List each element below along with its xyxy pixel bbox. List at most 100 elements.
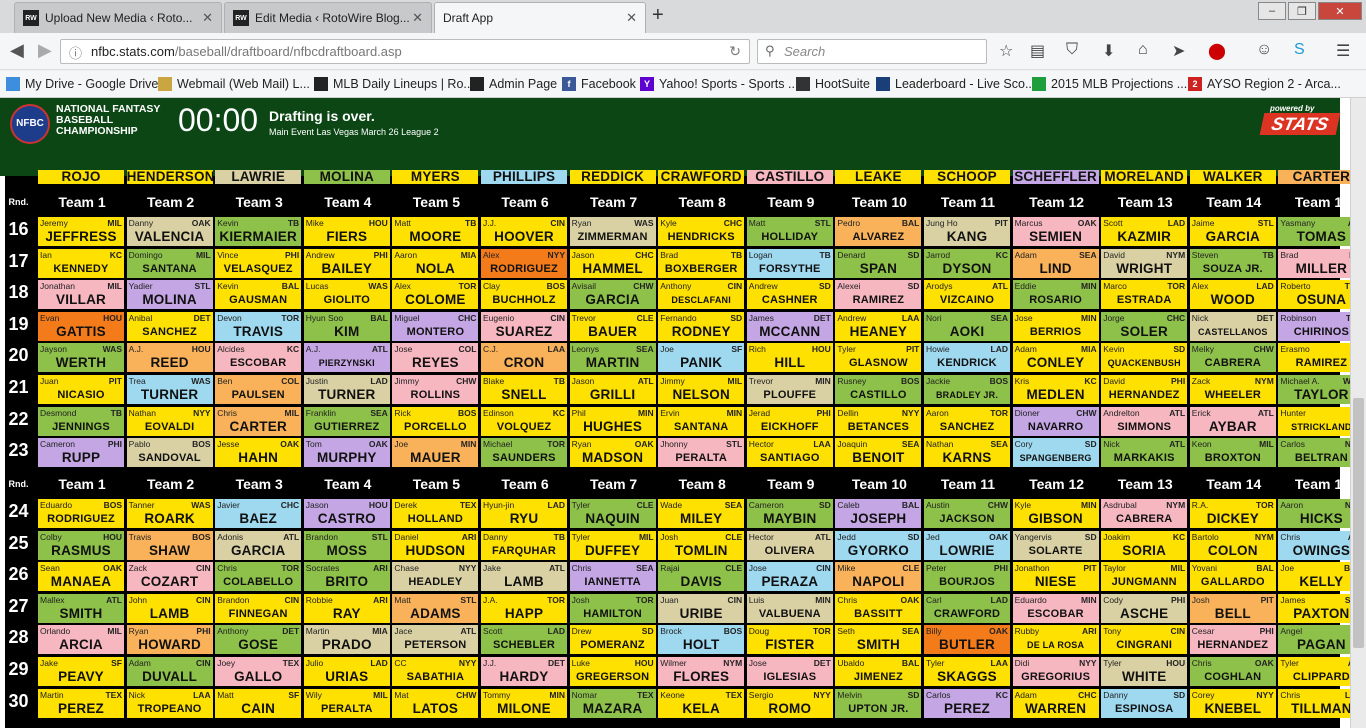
- partial-pick-cell[interactable]: CRAWFORD: [658, 170, 745, 184]
- search-input[interactable]: ⚲ Search: [757, 39, 987, 64]
- pick-cell[interactable]: Tyler PIT GLASNOW: [835, 343, 922, 373]
- pick-cell[interactable]: Hector ATL OLIVERA: [746, 530, 833, 560]
- pick-cell[interactable]: Domingo MIL SANTANA: [126, 248, 213, 278]
- pick-cell[interactable]: Jake ATL LAMB: [481, 562, 567, 592]
- pick-cell[interactable]: Josh TOR HAMILTON: [569, 593, 656, 623]
- download-icon[interactable]: ⬇: [1102, 41, 1115, 61]
- pick-cell[interactable]: Blake TB SNELL: [481, 375, 567, 404]
- pick-cell[interactable]: Keone TEX KELA: [658, 688, 745, 718]
- pick-cell[interactable]: Anthony DET GOSE: [215, 625, 302, 655]
- partial-pick-cell[interactable]: SCHOOP: [924, 170, 1010, 184]
- pick-cell[interactable]: J.A. TOR HAPP: [481, 593, 567, 623]
- pick-cell[interactable]: Evan HOU GATTIS: [38, 311, 124, 341]
- pick-cell[interactable]: A.J. HOU REED: [126, 343, 213, 373]
- pick-cell[interactable]: Alcides KC ESCOBAR: [215, 343, 302, 373]
- pick-cell[interactable]: Nathan SEA KARNS: [924, 438, 1010, 468]
- pocket-icon[interactable]: ⛉: [1066, 41, 1078, 59]
- pick-cell[interactable]: Trevor MIN PLOUFFE: [746, 375, 833, 404]
- pick-cell[interactable]: Asdrubal NYM CABRERA: [1101, 499, 1188, 528]
- pick-cell[interactable]: Eduardo MIN ESCOBAR: [1012, 593, 1099, 623]
- pick-cell[interactable]: Kyle CHC HENDRICKS: [658, 217, 745, 246]
- pick-cell[interactable]: Julio LAD URIAS: [303, 657, 390, 686]
- pick-cell[interactable]: Nathan NYY EOVALDI: [126, 406, 213, 436]
- pick-cell[interactable]: Tony CIN CINGRANI: [1101, 625, 1188, 655]
- partial-pick-cell[interactable]: CARTER: [1278, 170, 1350, 184]
- pick-cell[interactable]: James DET MCCANN: [746, 311, 833, 341]
- pick-cell[interactable]: Ubaldo BAL JIMENEZ: [835, 657, 922, 686]
- pick-cell[interactable]: Rick BOS PORCELLO: [392, 406, 479, 436]
- pick-cell[interactable]: Cameron PHI RUPP: [38, 438, 124, 468]
- pick-cell[interactable]: John CIN LAMB: [126, 593, 213, 623]
- pick-cell[interactable]: Sean OAK MANAEA: [38, 562, 124, 592]
- pick-cell[interactable]: Edinson KC VOLQUEZ: [481, 406, 567, 436]
- partial-pick-cell[interactable]: ROJO: [38, 170, 124, 184]
- pick-cell[interactable]: ErasmoTBRAMIREZ: [1278, 343, 1350, 373]
- pick-cell[interactable]: Corey NYY KNEBEL: [1189, 688, 1276, 718]
- pick-cell[interactable]: TylerARICLIPPARD: [1278, 657, 1350, 686]
- bookmark-item[interactable]: HootSuite: [796, 77, 870, 91]
- pick-cell[interactable]: Alex LAD WOOD: [1189, 280, 1276, 310]
- pick-cell[interactable]: Carl LAD CRAWFORD: [924, 593, 1010, 623]
- pick-cell[interactable]: Colby HOU RASMUS: [38, 530, 124, 560]
- pick-cell[interactable]: Alex TOR COLOME: [392, 280, 479, 310]
- bookmark-item[interactable]: Y Yahoo! Sports - Sports ...: [640, 77, 798, 91]
- pick-cell[interactable]: Travis BOS SHAW: [126, 530, 213, 560]
- pick-cell[interactable]: Avisail CHW GARCIA: [569, 280, 656, 310]
- pick-cell[interactable]: Cameron SD MAYBIN: [746, 499, 833, 528]
- pick-cell[interactable]: BradPITMILLER: [1278, 248, 1350, 278]
- pick-cell[interactable]: Jaime STL GARCIA: [1189, 217, 1276, 246]
- partial-pick-cell[interactable]: LAWRIE: [215, 170, 302, 184]
- pick-cell[interactable]: J.J. CIN HOOVER: [481, 217, 567, 246]
- pick-cell[interactable]: Chase NYY HEADLEY: [392, 562, 479, 592]
- pick-cell[interactable]: Alex NYY RODRIGUEZ: [481, 248, 567, 278]
- partial-pick-cell[interactable]: PHILLIPS: [481, 170, 567, 184]
- pick-cell[interactable]: Tanner WAS ROARK: [126, 499, 213, 528]
- pick-cell[interactable]: Hector LAA SANTIAGO: [746, 438, 833, 468]
- pick-cell[interactable]: Melky CHW CABRERA: [1189, 343, 1276, 373]
- pick-cell[interactable]: Howie LAD KENDRICK: [924, 343, 1010, 373]
- pick-cell[interactable]: Chris OAK BASSITT: [835, 593, 922, 623]
- pick-cell[interactable]: Juan CIN URIBE: [658, 593, 745, 623]
- pick-cell[interactable]: Austin CHW JACKSON: [924, 499, 1010, 528]
- pick-cell[interactable]: Andrew SD CASHNER: [746, 280, 833, 310]
- pick-cell[interactable]: Scott LAD KAZMIR: [1101, 217, 1188, 246]
- pick-cell[interactable]: Zack NYM WHEELER: [1189, 375, 1276, 404]
- pick-cell[interactable]: Drew SD POMERANZ: [569, 625, 656, 655]
- pick-cell[interactable]: Jeremy MIL JEFFRESS: [38, 217, 124, 246]
- pick-cell[interactable]: Andrew LAA HEANEY: [835, 311, 922, 341]
- pick-cell[interactable]: Denard SD SPAN: [835, 248, 922, 278]
- pick-cell[interactable]: Jace ATL PETERSON: [392, 625, 479, 655]
- partial-pick-cell[interactable]: CASTILLO: [746, 170, 833, 184]
- tab-draft-app[interactable]: Draft App ✕: [434, 2, 646, 33]
- pick-cell[interactable]: Rubby ARI DE LA ROSA: [1012, 625, 1099, 655]
- reload-icon[interactable]: ↻: [729, 43, 741, 60]
- pick-cell[interactable]: Logan TB FORSYTHE: [746, 248, 833, 278]
- pick-cell[interactable]: Wade SEA MILEY: [658, 499, 745, 528]
- pick-cell[interactable]: Jedd SD GYORKO: [835, 530, 922, 560]
- pick-cell[interactable]: Anibal DET SANCHEZ: [126, 311, 213, 341]
- pick-cell[interactable]: Caleb BAL JOSEPH: [835, 499, 922, 528]
- pick-cell[interactable]: YasmanyARITOMAS: [1278, 217, 1350, 246]
- pick-cell[interactable]: Matt SF CAIN: [215, 688, 302, 718]
- pick-cell[interactable]: Jhonny STL PERALTA: [658, 438, 745, 468]
- bookmark-item[interactable]: My Drive - Google Drive: [6, 77, 158, 91]
- pick-cell[interactable]: Aaron MIA NOLA: [392, 248, 479, 278]
- pick-cell[interactable]: Tyler HOU WHITE: [1101, 657, 1188, 686]
- pick-cell[interactable]: Danny TB FARQUHAR: [481, 530, 567, 560]
- pick-cell[interactable]: Billy OAK BUTLER: [924, 625, 1010, 655]
- pick-cell[interactable]: Phil MIN HUGHES: [569, 406, 656, 436]
- pick-cell[interactable]: Jason ATL GRILLI: [569, 375, 656, 404]
- pick-cell[interactable]: Jerad PHI EICKHOFF: [746, 406, 833, 436]
- pick-cell[interactable]: Nick ATL MARKAKIS: [1101, 438, 1188, 468]
- pick-cell[interactable]: Devon TOR TRAVIS: [215, 311, 302, 341]
- partial-pick-cell[interactable]: HENDERSON: [126, 170, 213, 184]
- tab-upload-media[interactable]: RW Upload New Media ‹ Roto... ✕: [14, 2, 222, 33]
- pick-cell[interactable]: Adam MIA CONLEY: [1012, 343, 1099, 373]
- pick-cell[interactable]: Jed OAK LOWRIE: [924, 530, 1010, 560]
- pick-cell[interactable]: Juan PIT NICASIO: [38, 375, 124, 404]
- pick-cell[interactable]: CarlosNYYBELTRAN: [1278, 438, 1350, 468]
- minimize-icon[interactable]: –: [1258, 2, 1286, 20]
- pick-cell[interactable]: Martin TEX PEREZ: [38, 688, 124, 718]
- pick-cell[interactable]: JoeBOSKELLY: [1278, 562, 1350, 592]
- back-icon[interactable]: ◀: [10, 40, 24, 61]
